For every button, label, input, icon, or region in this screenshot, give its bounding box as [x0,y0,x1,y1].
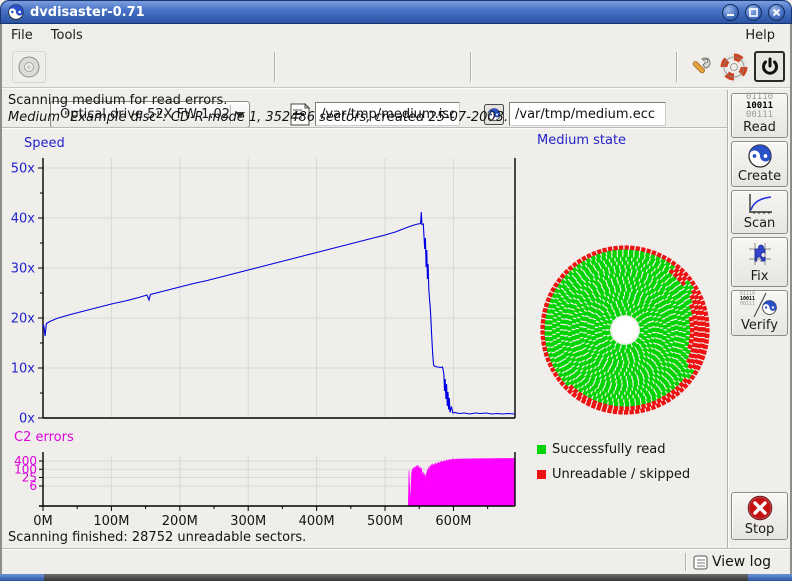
speed-and-c2-charts: 0x10x20x30x40x50xSpeed625100400C2 errors… [0,130,527,548]
legend: Successfully read Unreadable / skipped [537,440,690,490]
close-icon [772,8,781,17]
svg-text:40x: 40x [11,212,36,227]
view-log-label: View log [712,554,771,570]
green-swatch-icon [537,445,546,454]
toolbar: Optical drive 52X FW 1.02 [2,46,790,88]
help-button[interactable] [718,51,750,83]
maximize-button[interactable] [745,4,762,21]
red-swatch-icon [537,470,546,479]
status-messages: Scanning medium for read errors. Medium … [8,92,508,126]
menu-file[interactable]: File [2,26,42,45]
toolbar-separator [470,52,472,82]
menu-help[interactable]: Help [736,26,784,45]
maximize-icon [749,8,758,17]
drive-select-button[interactable] [12,51,46,83]
svg-text:Speed: Speed [24,136,65,151]
close-button[interactable] [768,4,785,21]
menubar: File Tools Help [2,24,790,46]
sidebar-separator [727,90,729,548]
svg-text:C2 errors: C2 errors [14,430,74,445]
power-icon [760,57,780,77]
log-icon [693,555,708,570]
stop-button-label: Stop [745,522,775,537]
window-title: dvdisaster-0.71 [30,5,145,20]
wrench-icon [688,55,712,79]
create-button-label: Create [738,169,781,184]
legend-label: Unreadable / skipped [552,467,690,482]
read-button[interactable]: 011101001100111 Read [731,93,788,138]
svg-text:100M: 100M [93,514,129,529]
separator [2,127,727,129]
toolbar-separator [676,52,678,82]
statusbar: View log [2,550,790,574]
stop-icon [747,495,773,521]
minimize-button[interactable] [722,4,739,21]
scan-button[interactable]: Scan [731,190,788,234]
minimize-icon [726,8,735,17]
read-button-label: Read [743,120,776,135]
svg-text:30x: 30x [11,262,36,277]
status-line-1: Scanning medium for read errors. [8,92,508,109]
svg-text:10x: 10x [11,362,36,377]
fix-button-label: Fix [751,269,769,284]
verify-button[interactable]: 011101001100111 Verify [731,290,788,336]
quit-button[interactable] [754,51,785,82]
medium-state-disc [532,238,720,426]
medium-state-title: Medium state [537,133,626,148]
svg-text:0x: 0x [19,412,35,427]
create-button[interactable]: Create [731,141,788,187]
svg-text:50x: 50x [11,162,36,177]
fix-icon [747,241,773,267]
app-window: dvdisaster-0.71 File Tools Help [0,0,792,581]
read-icon: 011101001100111 [746,93,773,120]
app-icon [8,4,24,20]
status-line-2: Medium "Example disc": CD-R mode 1, 3524… [8,109,508,126]
svg-text:200M: 200M [162,514,198,529]
window-bottom-border [0,574,792,581]
stop-button[interactable]: Stop [731,492,788,540]
verify-icon-bits: 011101001100111 [740,292,755,307]
svg-text:400M: 400M [299,514,335,529]
legend-item-unreadable: Unreadable / skipped [537,465,690,483]
scan-result-message: Scanning finished: 28752 unreadable sect… [8,530,306,545]
verify-button-label: Verify [741,318,778,333]
fix-button[interactable]: Fix [731,237,788,287]
create-icon [748,144,772,168]
ecc-path-input[interactable] [509,102,666,126]
legend-label: Successfully read [552,442,665,457]
toolbar-separator [274,52,276,82]
bottom-left-grip [0,574,44,581]
lifebuoy-icon [720,53,748,81]
svg-text:500M: 500M [367,514,403,529]
view-log-button[interactable]: View log [687,554,777,570]
preferences-button[interactable] [686,53,714,81]
scan-icon [747,193,773,215]
svg-text:400: 400 [14,454,37,468]
svg-text:300M: 300M [230,514,266,529]
svg-text:20x: 20x [11,312,36,327]
scan-button-label: Scan [744,216,776,231]
svg-text:600M: 600M [435,514,471,529]
svg-text:0M: 0M [33,514,53,529]
legend-item-read: Successfully read [537,440,690,458]
menu-tools[interactable]: Tools [42,26,92,45]
bottom-right-grip[interactable] [748,574,792,581]
disc-drive-icon [17,55,41,79]
titlebar: dvdisaster-0.71 [0,0,792,24]
